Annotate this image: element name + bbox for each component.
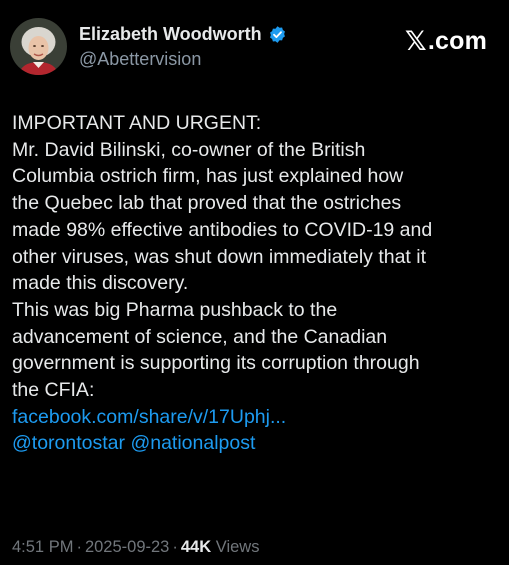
author-avatar[interactable] bbox=[10, 18, 67, 75]
tweet-text: IMPORTANT AND URGENT: Mr. David Bilinski… bbox=[12, 110, 504, 457]
verified-badge-icon bbox=[268, 25, 287, 44]
tweet-line: IMPORTANT AND URGENT: bbox=[12, 112, 262, 134]
tweet-line: government is supporting its corruption … bbox=[12, 352, 420, 375]
tweet-card: Elizabeth Woodworth @Abettervision 𝕏 .com… bbox=[0, 0, 509, 565]
author-handle[interactable]: @Abettervision bbox=[79, 49, 201, 69]
tweet-line: the CFIA: bbox=[12, 379, 95, 402]
tweet-line: advancement of science, and the Canadian bbox=[12, 325, 388, 348]
meta-separator: · bbox=[172, 538, 178, 556]
tweet-line: Mr. David Bilinski, co-owner of the Brit… bbox=[12, 138, 366, 161]
mention-torontostar[interactable]: @torontostar bbox=[12, 432, 125, 454]
tweet-time[interactable]: 4:51 PM bbox=[12, 538, 73, 556]
brand-suffix: .com bbox=[427, 27, 487, 55]
meta-separator: · bbox=[76, 538, 82, 556]
facebook-link[interactable]: facebook.com/share/v/17Uphj... bbox=[12, 406, 286, 428]
author-name[interactable]: Elizabeth Woodworth bbox=[79, 24, 262, 44]
tweet-meta: 4:51 PM · 2025-09-23 · 44K Views bbox=[12, 537, 259, 557]
views-label: Views bbox=[215, 538, 260, 556]
views-count: 44K bbox=[180, 538, 212, 556]
brand-x-glyph: 𝕏 bbox=[404, 26, 427, 56]
x-logo-icon: 𝕏 .com bbox=[405, 26, 487, 57]
avatar-image bbox=[10, 18, 67, 75]
tweet-line: This was big Pharma pushback to the bbox=[12, 298, 338, 321]
tweet-mentions-line: @torontostar @nationalpost bbox=[12, 430, 504, 457]
tweet-date[interactable]: 2025-09-23 bbox=[85, 538, 169, 556]
tweet-line: the Quebec lab that proved that the ostr… bbox=[12, 192, 402, 215]
author-name-row: Elizabeth Woodworth bbox=[79, 24, 287, 44]
tweet-line: made this discovery. bbox=[12, 272, 189, 295]
tweet-line: other viruses, was shut down immediately… bbox=[12, 245, 427, 268]
tweet-line: Columbia ostrich firm, has just explaine… bbox=[12, 165, 404, 188]
tweet-link-line: facebook.com/share/v/17Uphj... bbox=[12, 404, 504, 431]
mention-nationalpost[interactable]: @nationalpost bbox=[130, 432, 255, 454]
tweet-line: made 98% effective antibodies to COVID-1… bbox=[12, 218, 433, 241]
